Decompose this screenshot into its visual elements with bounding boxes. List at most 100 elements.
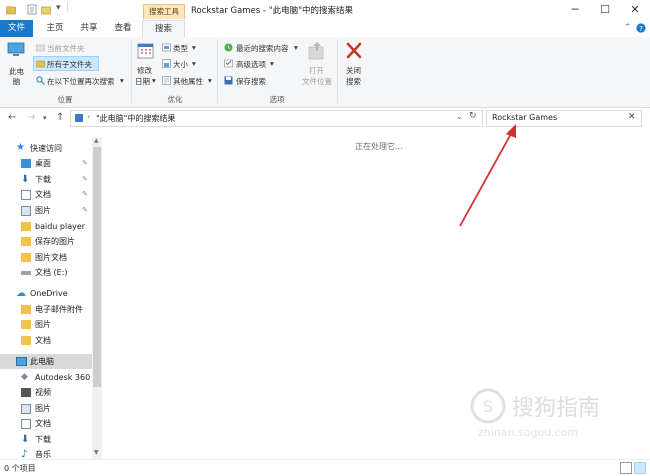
date-modified-button[interactable]: 修改 — [137, 65, 152, 76]
this-pc-button[interactable]: 此电 脑 — [3, 40, 29, 90]
documents-icon — [21, 190, 31, 200]
other-properties-button[interactable]: 其他属性 — [173, 76, 203, 87]
tab-home[interactable]: 主页 — [40, 20, 70, 37]
title-bar: ▾ | 搜索工具 Rockstar Games - "此电脑"中的搜索结果 ─ … — [0, 0, 650, 20]
scroll-down-icon[interactable]: ▼ — [94, 449, 99, 456]
details-view-icon[interactable] — [620, 462, 632, 474]
breadcrumb[interactable]: "此电脑"中的搜索结果 — [96, 113, 175, 124]
ribbon-separator — [337, 39, 338, 103]
nav-item-onedrive-pictures[interactable]: 图片 — [0, 317, 92, 332]
size-button[interactable]: 大小 — [173, 59, 188, 70]
nav-item-onedrive[interactable]: ☁ OneDrive — [0, 286, 92, 301]
pin-icon[interactable]: ✎ — [82, 156, 88, 171]
address-row: ← → ▾ ↑ › "此电脑"中的搜索结果 ⌄ ↻ Rockstar Games… — [0, 108, 650, 129]
nav-item-autodesk[interactable]: ◆ Autodesk 360 — [0, 370, 92, 385]
calendar-icon — [137, 43, 154, 59]
nav-item-quick-access[interactable]: ★ 快速访问 — [0, 141, 92, 156]
search-tools-context-label: 搜索工具 — [143, 4, 185, 19]
address-bar[interactable]: › "此电脑"中的搜索结果 ⌄ ↻ — [70, 110, 483, 127]
close-search-button[interactable]: 关闭 — [346, 65, 361, 76]
title-divider: | — [66, 2, 70, 13]
tab-share[interactable]: 共享 — [74, 20, 104, 37]
other-properties-icon — [162, 76, 171, 85]
back-arrow-icon[interactable]: ← — [8, 112, 16, 123]
forward-arrow-icon[interactable]: → — [27, 112, 35, 123]
search-again-button[interactable]: 在以下位置再次搜索 — [47, 76, 115, 87]
pin-icon[interactable]: ✎ — [82, 187, 88, 202]
refine-group-label: 优化 — [167, 95, 183, 104]
close-button[interactable]: ✕ — [620, 0, 650, 20]
breadcrumb-separator-icon: › — [87, 112, 91, 121]
advanced-options-chevron-icon[interactable]: ▾ — [270, 59, 274, 68]
ribbon-tabs: 文件 主页 共享 查看 搜索 ⌃ ? — [0, 20, 650, 38]
folder-icon[interactable] — [6, 4, 16, 15]
nav-item-baidu-player[interactable]: baidu player — [0, 219, 92, 234]
other-properties-chevron-icon[interactable]: ▾ — [208, 76, 212, 85]
large-icons-view-icon[interactable] — [634, 462, 646, 474]
nav-item-saved-pictures[interactable]: 保存的图片 — [0, 234, 92, 249]
recent-locations-chevron-icon[interactable]: ▾ — [43, 114, 47, 122]
tab-search[interactable]: 搜索 — [142, 20, 185, 38]
scroll-thumb[interactable] — [93, 147, 101, 387]
up-arrow-icon[interactable]: ↑ — [56, 112, 64, 123]
nav-item-pc-downloads[interactable]: ⬇ 下载 — [0, 432, 92, 447]
tab-view[interactable]: 查看 — [108, 20, 138, 37]
pin-icon[interactable]: ✎ — [82, 172, 88, 187]
drive-icon — [21, 271, 31, 275]
new-folder-icon[interactable] — [41, 4, 51, 15]
advanced-options-button[interactable]: 高级选项 — [236, 59, 266, 70]
nav-item-this-pc[interactable]: 此电脑 — [0, 354, 92, 369]
help-icon[interactable]: ? — [636, 23, 646, 33]
nav-item-picture-docs[interactable]: 图片文档 — [0, 250, 92, 265]
kind-button[interactable]: 类型 — [173, 43, 188, 54]
save-search-icon — [224, 76, 233, 85]
recent-searches-icon — [224, 43, 233, 52]
scroll-up-icon[interactable]: ▲ — [94, 137, 99, 144]
properties-icon[interactable] — [27, 4, 37, 15]
open-file-location-button[interactable]: 打开 — [309, 65, 324, 76]
nav-label: baidu player — [35, 222, 86, 231]
nav-label: 视频 — [35, 388, 51, 397]
nav-item-desktop[interactable]: 桌面 ✎ — [0, 156, 92, 171]
annotation-arrow — [459, 124, 516, 227]
all-subfolders-label: 所有子文件夹 — [47, 60, 92, 69]
svg-text:S: S — [483, 397, 493, 416]
nav-item-downloads[interactable]: ⬇ 下载 ✎ — [0, 172, 92, 187]
folder-icon — [21, 253, 31, 262]
current-folder-button[interactable]: 当前文件夹 — [47, 43, 85, 54]
nav-label: 快速访问 — [30, 144, 62, 153]
nav-scrollbar[interactable]: ▲ ▼ — [92, 137, 102, 459]
minimize-button[interactable]: ─ — [560, 0, 590, 20]
size-chevron-icon[interactable]: ▾ — [192, 59, 196, 68]
customize-toolbar-chevron-icon[interactable]: ▾ — [56, 3, 61, 13]
ribbon-separator — [217, 39, 218, 103]
collapse-ribbon-icon[interactable]: ⌃ — [624, 23, 632, 33]
tab-file[interactable]: 文件 — [0, 20, 33, 37]
nav-item-email-attachments[interactable]: 电子邮件附件 — [0, 302, 92, 317]
videos-icon — [21, 388, 31, 397]
nav-item-documents[interactable]: 文档 ✎ — [0, 187, 92, 202]
nav-item-pictures[interactable]: 图片 ✎ — [0, 203, 92, 218]
nav-item-videos[interactable]: 视频 — [0, 385, 92, 400]
nav-label: 文档 — [35, 336, 51, 345]
clear-search-icon[interactable]: ✕ — [628, 112, 636, 122]
recent-searches-chevron-icon[interactable]: ▾ — [294, 43, 298, 52]
search-again-chevron-icon[interactable]: ▾ — [120, 76, 124, 85]
nav-item-drive-e[interactable]: 文档 (E:) — [0, 265, 92, 280]
save-search-button[interactable]: 保存搜索 — [236, 76, 266, 87]
download-icon: ⬇ — [21, 174, 30, 185]
nav-item-pc-pictures[interactable]: 图片 — [0, 401, 92, 416]
kind-chevron-icon[interactable]: ▾ — [192, 43, 196, 52]
svg-text:?: ? — [639, 25, 643, 33]
processing-text: 正在处理它... — [355, 142, 403, 151]
recent-searches-button[interactable]: 最近的搜索内容 — [236, 43, 289, 54]
date-modified-chevron-icon[interactable]: ▾ — [152, 76, 156, 85]
all-subfolders-button[interactable]: 所有子文件夹 — [33, 56, 99, 71]
computer-icon — [7, 42, 25, 56]
nav-label: 文档 (E:) — [35, 268, 68, 277]
pin-icon[interactable]: ✎ — [82, 203, 88, 218]
nav-item-pc-documents[interactable]: 文档 — [0, 416, 92, 431]
maximize-button[interactable]: ☐ — [590, 0, 620, 20]
nav-label: 此电脑 — [30, 357, 54, 366]
nav-item-onedrive-documents[interactable]: 文档 — [0, 333, 92, 348]
